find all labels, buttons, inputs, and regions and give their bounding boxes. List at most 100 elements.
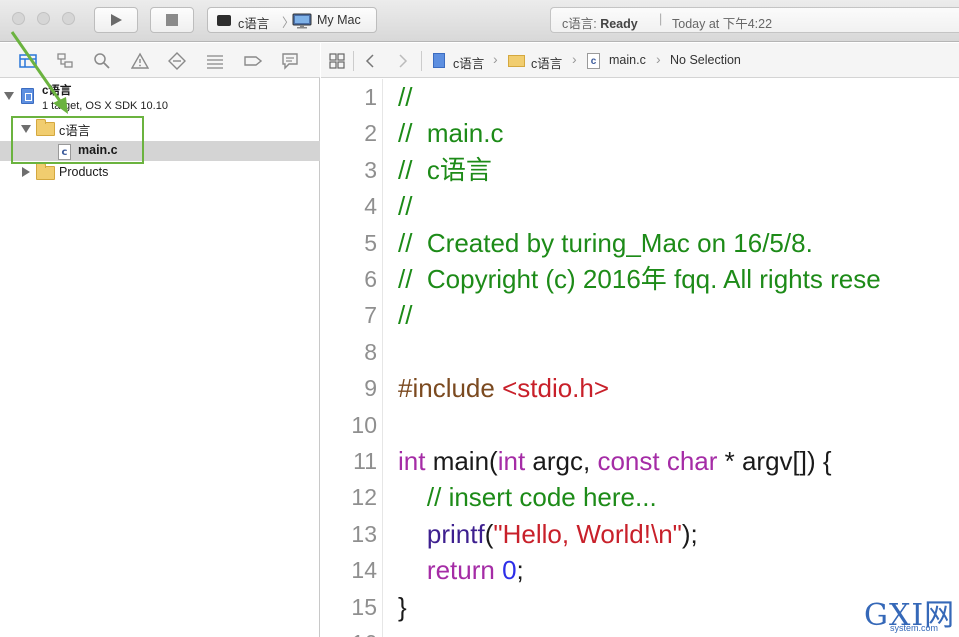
code-text: int main(int argc, const char * argv[]) … <box>398 443 832 479</box>
code-token: ; <box>516 555 524 586</box>
disclosure-collapsed-icon[interactable] <box>22 167 30 177</box>
jump-bar: c语言 › c语言 › c main.c › No Selection <box>321 43 959 78</box>
code-token: // Created by turing_Mac on 16/5/8. <box>398 227 813 258</box>
code-token: } <box>398 591 407 622</box>
code-text: // insert code here... <box>398 479 657 515</box>
stop-button[interactable] <box>150 7 194 33</box>
jumpbar-divider <box>353 51 354 71</box>
scheme-target[interactable]: c语言 <box>238 13 269 32</box>
code-line[interactable]: 13 printf("Hello, World!\n"); <box>321 516 959 552</box>
project-subtitle: 1 target, OS X SDK 10.10 <box>42 100 168 112</box>
line-number: 16 <box>321 625 377 637</box>
breadcrumb-file[interactable]: main.c <box>609 53 646 67</box>
zoom-window-button[interactable] <box>62 12 75 25</box>
test-diamond-icon[interactable] <box>168 52 186 70</box>
code-line[interactable]: 2 // main.c <box>321 115 959 151</box>
folder-icon <box>508 55 525 67</box>
line-number: 5 <box>364 229 377 256</box>
code-text: // main.c <box>398 115 503 151</box>
stop-icon <box>166 14 178 26</box>
code-line[interactable]: 1 // <box>321 79 959 115</box>
line-number: 4 <box>364 193 377 220</box>
code-line[interactable]: 4 // <box>321 188 959 224</box>
code-line[interactable]: 3 // c语言 <box>321 152 959 188</box>
code-text: #include <stdio.h> <box>398 370 609 406</box>
breadcrumb-project[interactable]: c语言 <box>453 53 484 72</box>
code-token: <stdio.h> <box>502 373 610 404</box>
code-token: "Hello, World!\n" <box>493 518 682 549</box>
tree-item-label: Products <box>59 165 109 179</box>
code-token: // Copyright (c) 2016年 fqq. All rights r… <box>398 264 881 294</box>
code-token: int <box>398 446 426 476</box>
xcode-project-icon <box>21 88 34 104</box>
related-items-grid-icon[interactable] <box>329 53 345 69</box>
code-token: #include <box>398 373 503 404</box>
code-token: int <box>497 446 526 476</box>
scheme-destination[interactable]: My Mac <box>317 13 361 27</box>
search-icon[interactable] <box>93 52 111 70</box>
code-line[interactable]: 10 <box>321 407 959 443</box>
warning-icon[interactable] <box>131 52 149 70</box>
report-bubble-icon[interactable] <box>281 52 299 70</box>
run-button[interactable] <box>94 7 138 33</box>
code-line[interactable]: 7 // <box>321 297 959 333</box>
code-line[interactable]: 9 #include <stdio.h> <box>321 370 959 406</box>
code-line[interactable]: 6 // Copyright (c) 2016年 fqq. All rights … <box>321 261 959 297</box>
code-token: * argv[]) { <box>717 446 832 476</box>
code-line[interactable]: 11 int main(int argc, const char * argv[]… <box>321 443 959 479</box>
code-line[interactable]: 5 // Created by turing_Mac on 16/5/8. <box>321 225 959 261</box>
code-text: // c语言 <box>398 152 492 188</box>
line-number: 10 <box>351 411 377 438</box>
status-time: Today at 下午4:22 <box>672 17 773 31</box>
mac-monitor-icon <box>292 13 312 29</box>
source-editor[interactable]: 1 // 2 // main.c 3 // c语言 4 // 5 // Created by tu… <box>321 79 959 637</box>
watermark-logo: GXI网 system.com <box>862 588 959 637</box>
forward-chevron-icon[interactable] <box>398 54 408 68</box>
scheme-selector[interactable]: c语言 〉 My Mac <box>207 7 377 33</box>
code-line[interactable]: 8 <box>321 334 959 370</box>
code-token: ); <box>681 518 698 549</box>
play-icon <box>111 14 122 26</box>
code-text: // <box>398 188 412 224</box>
code-text: printf("Hello, World!\n"); <box>398 516 698 552</box>
watermark-sub: system.com <box>890 623 939 633</box>
close-window-button[interactable] <box>12 12 25 25</box>
line-number: 15 <box>351 593 377 620</box>
line-number: 11 <box>353 448 377 474</box>
code-token: printf <box>426 518 485 549</box>
project-crumb-icon <box>433 53 445 68</box>
code-token: // insert code here... <box>398 482 657 513</box>
breadcrumb-group[interactable]: c语言 <box>531 53 562 72</box>
code-token: char <box>666 446 718 476</box>
line-number: 8 <box>364 338 377 365</box>
code-line[interactable]: 12 // insert code here... <box>321 479 959 515</box>
breakpoint-tag-icon[interactable] <box>244 52 262 70</box>
line-number: 9 <box>364 375 377 402</box>
minimize-window-button[interactable] <box>37 12 50 25</box>
activity-viewer: c语言: Ready | Today at 下午4:22 <box>550 7 959 33</box>
debug-list-icon[interactable] <box>206 52 224 70</box>
disclosure-expanded-icon[interactable] <box>4 92 14 100</box>
back-chevron-icon[interactable] <box>365 54 375 68</box>
code-token: // <box>398 300 413 331</box>
line-number: 14 <box>351 557 377 584</box>
status-text: c语言: Ready <box>562 17 638 31</box>
code-text: } <box>398 589 407 625</box>
jumpbar-divider <box>421 51 422 71</box>
code-token: argc, <box>525 446 598 476</box>
annotation-highlight-box <box>11 116 144 164</box>
line-number: 12 <box>351 484 377 511</box>
symbol-navigator-tab-icon[interactable] <box>56 52 74 70</box>
code-text: // <box>398 79 412 115</box>
project-name: c语言 <box>42 85 72 97</box>
breadcrumb-chevron-icon: › <box>572 51 577 67</box>
code-line[interactable]: 14 return 0; <box>321 552 959 588</box>
line-number: 3 <box>364 156 377 183</box>
code-text: return 0; <box>398 552 524 588</box>
breadcrumb-selection[interactable]: No Selection <box>670 53 741 67</box>
project-navigator-tab-icon[interactable] <box>19 52 37 70</box>
